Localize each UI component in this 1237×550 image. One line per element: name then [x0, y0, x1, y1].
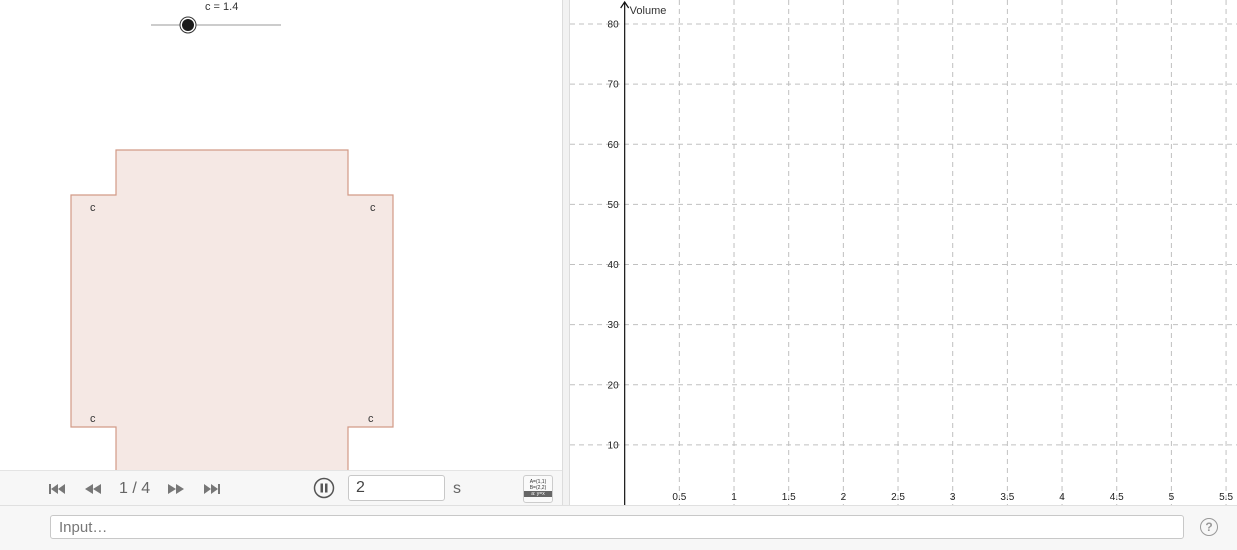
graphics-view-volume-graph[interactable]: 0.5 1 1.5 2 2.5 3 3.5 4 4.5 5 5.5 10 20 30 40 50 60 70 80 … — [570, 0, 1237, 505]
skip-end-icon — [204, 484, 220, 494]
x-tick-label: 4.5 — [1110, 492, 1124, 503]
skip-to-end-button[interactable] — [201, 479, 223, 499]
y-tick-label: 70 — [608, 80, 620, 91]
pause-icon — [313, 477, 335, 499]
slider-handle[interactable] — [182, 19, 194, 31]
geogebra-app: c = 1.4 c c c c 1 / 4 2 s A=(1,1) B=(2,2… — [0, 0, 1237, 550]
animation-toolbar: 1 / 4 s A=(1,1) B=(2,2) a: y=x — [0, 470, 562, 505]
algebra-view-toggle-button[interactable]: A=(1,1) B=(2,2) a: y=x — [523, 475, 553, 503]
algebra-input-field[interactable] — [50, 515, 1184, 539]
x-tick-label: 1.5 — [782, 492, 796, 503]
y-tick-label: 60 — [608, 140, 620, 151]
skip-start-icon — [49, 484, 65, 494]
tick-labels: 0.5 1 1.5 2 2.5 3 3.5 4 4.5 5 5.5 10 20 30 40 50 60 70 80 — [608, 20, 1234, 503]
corner-label-top-left: c — [90, 202, 96, 214]
step-back-button[interactable] — [82, 479, 104, 499]
x-tick-label: 3 — [950, 492, 956, 503]
x-tick-label: 0.5 — [672, 492, 686, 503]
rewind-icon — [85, 484, 101, 494]
input-bar: ? — [0, 505, 1237, 550]
help-icon: ? — [1205, 520, 1213, 534]
speed-unit-label: s — [453, 480, 461, 497]
graphics-view-net[interactable]: c = 1.4 c c c c 1 / 4 2 s A=(1,1) B=(2,2… — [0, 0, 562, 505]
x-tick-label: 2.5 — [891, 492, 905, 503]
fast-forward-icon — [168, 484, 184, 494]
algebra-line-3: a: y=x — [524, 491, 552, 497]
x-tick-label: 5.5 — [1219, 492, 1233, 503]
corner-label-bottom-right: c — [368, 413, 374, 425]
view-divider[interactable] — [562, 0, 570, 505]
net-canvas[interactable]: c = 1.4 c c c c — [0, 0, 562, 470]
x-tick-label: 2 — [841, 492, 847, 503]
corner-label-bottom-left: c — [90, 413, 96, 425]
y-tick-label: 20 — [608, 380, 620, 391]
grid-lines — [570, 0, 1237, 505]
x-tick-label: 5 — [1169, 492, 1175, 503]
box-net-shape[interactable] — [70, 149, 394, 470]
y-tick-label: 40 — [608, 260, 620, 271]
slider-label: c = 1.4 — [205, 1, 238, 13]
y-tick-label: 50 — [608, 200, 620, 211]
x-tick-label: 3.5 — [1000, 492, 1014, 503]
speed-input[interactable] — [348, 475, 445, 501]
help-button[interactable]: ? — [1200, 518, 1218, 536]
y-tick-label: 80 — [608, 20, 620, 31]
axes — [620, 0, 630, 505]
page-indicator: 1 / 4 — [119, 480, 151, 497]
y-tick-label: 10 — [608, 440, 620, 451]
y-axis-label: Volume — [630, 5, 667, 17]
x-tick-label: 1 — [731, 492, 737, 503]
step-forward-button[interactable] — [165, 479, 187, 499]
skip-to-start-button[interactable] — [46, 479, 68, 499]
pause-button[interactable] — [313, 477, 335, 499]
y-tick-label: 30 — [608, 320, 620, 331]
volume-graph[interactable]: 0.5 1 1.5 2 2.5 3 3.5 4 4.5 5 5.51020304050607080 … — [570, 0, 1237, 505]
corner-label-top-right: c — [370, 202, 376, 214]
x-tick-label: 4 — [1059, 492, 1065, 503]
